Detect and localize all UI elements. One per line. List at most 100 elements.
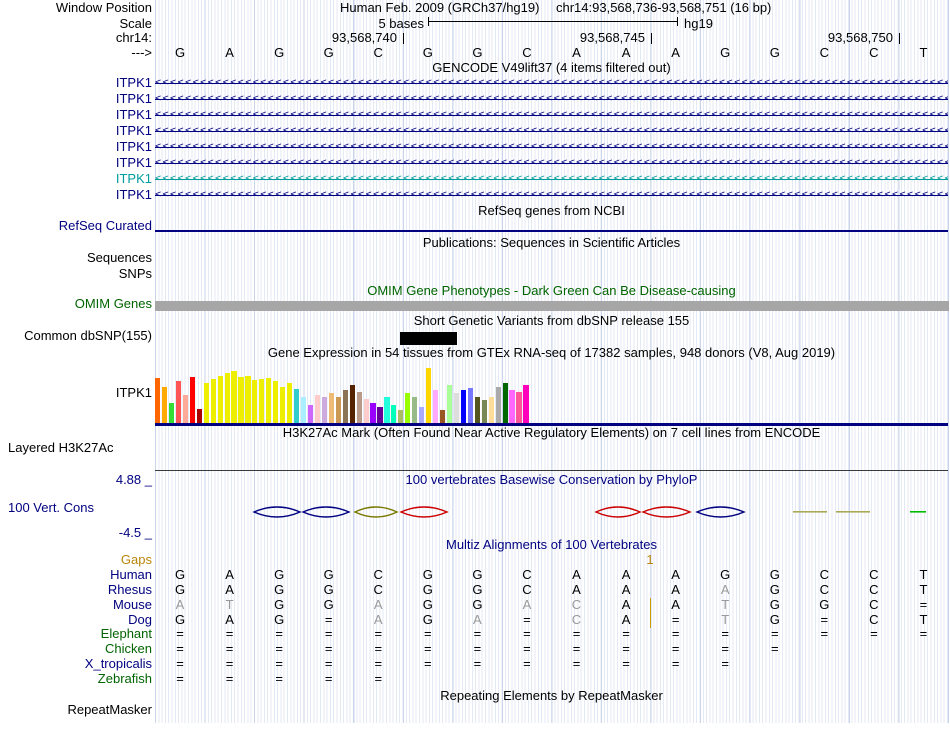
gtex-bar[interactable] — [189, 377, 195, 423]
gtex-bar[interactable] — [384, 397, 390, 423]
gtex-bar[interactable] — [307, 405, 314, 423]
gtex-bar[interactable] — [426, 368, 432, 423]
gene-label[interactable]: ITPK1 — [0, 92, 152, 106]
omim-track-title[interactable]: OMIM Gene Phenotypes - Dark Green Can Be… — [155, 284, 948, 298]
gtex-bar[interactable] — [196, 409, 202, 423]
species-label[interactable]: Dog — [0, 613, 152, 627]
gencode-track-title[interactable]: GENCODE V49lift37 (4 items filtered out) — [155, 61, 948, 75]
gtex-track-title[interactable]: Gene Expression in 54 tissues from GTEx … — [155, 346, 948, 360]
gene-label[interactable]: ITPK1 — [0, 156, 152, 170]
refseq-track-title[interactable]: RefSeq genes from NCBI — [155, 204, 948, 218]
dbsnp-variant-box[interactable] — [400, 332, 457, 345]
dbsnp-track-title[interactable]: Short Genetic Variants from dbSNP releas… — [155, 314, 948, 328]
gene-strand-arrows[interactable]: <<<<<<<<<<<<<<<<<<<<<<<<<<<<<<<<<<<<<<<<… — [155, 188, 948, 202]
gtex-bar[interactable] — [273, 381, 279, 423]
gtex-bar[interactable] — [377, 407, 383, 423]
gtex-bar[interactable] — [502, 383, 508, 423]
gtex-bar[interactable] — [446, 385, 453, 423]
multiz-track-title[interactable]: Multiz Alignments of 100 Vertebrates — [155, 538, 948, 552]
conservation-track-title[interactable]: 100 vertebrates Basewise Conservation by… — [155, 473, 948, 487]
gtex-bar[interactable] — [439, 410, 446, 423]
gene-label[interactable]: ITPK1 — [0, 188, 152, 202]
gene-label[interactable]: ITPK1 — [0, 108, 152, 122]
species-label[interactable]: X_tropicalis — [0, 657, 152, 671]
gene-strand-arrows[interactable]: <<<<<<<<<<<<<<<<<<<<<<<<<<<<<<<<<<<<<<<<… — [155, 172, 948, 186]
refseq-curated-label[interactable]: RefSeq Curated — [0, 219, 152, 233]
gtex-bar[interactable] — [314, 395, 321, 423]
gtex-bar[interactable] — [287, 383, 293, 423]
gtex-bar[interactable] — [370, 403, 376, 423]
snps-label[interactable]: SNPs — [0, 267, 152, 281]
gene-label[interactable]: ITPK1 — [0, 172, 152, 186]
species-label[interactable]: Chicken — [0, 642, 152, 656]
species-label[interactable]: Human — [0, 568, 152, 582]
gene-label[interactable]: ITPK1 — [0, 76, 152, 90]
gtex-bar[interactable] — [217, 376, 223, 423]
gtex-bar[interactable] — [474, 397, 480, 423]
gtex-bar[interactable] — [161, 387, 168, 423]
gtex-bar[interactable] — [356, 392, 362, 423]
h3k27ac-baseline[interactable] — [155, 470, 948, 471]
gtex-bar[interactable] — [182, 395, 188, 423]
gtex-bar[interactable] — [266, 378, 272, 423]
gtex-bar[interactable] — [245, 376, 251, 423]
gtex-bar[interactable] — [210, 379, 216, 423]
species-label[interactable]: Mouse — [0, 598, 152, 612]
gtex-bar[interactable] — [363, 399, 369, 423]
gene-strand-arrows[interactable]: <<<<<<<<<<<<<<<<<<<<<<<<<<<<<<<<<<<<<<<<… — [155, 124, 948, 138]
gtex-bar[interactable] — [155, 378, 161, 423]
gtex-bar[interactable] — [467, 388, 473, 423]
gtex-bar[interactable] — [328, 393, 334, 423]
sequences-label[interactable]: Sequences — [0, 251, 152, 265]
gene-strand-arrows[interactable]: <<<<<<<<<<<<<<<<<<<<<<<<<<<<<<<<<<<<<<<<… — [155, 76, 948, 90]
gene-strand-arrows[interactable]: <<<<<<<<<<<<<<<<<<<<<<<<<<<<<<<<<<<<<<<<… — [155, 140, 948, 154]
gtex-bar[interactable] — [300, 397, 307, 423]
gtex-bar[interactable] — [342, 390, 348, 423]
omim-gene-bar[interactable] — [155, 301, 949, 311]
publications-track-title[interactable]: Publications: Sequences in Scientific Ar… — [155, 236, 948, 250]
gtex-bar[interactable] — [391, 405, 397, 423]
gene-label[interactable]: ITPK1 — [0, 140, 152, 154]
dbsnp-label[interactable]: Common dbSNP(155) — [0, 329, 152, 343]
gtex-bar[interactable] — [460, 390, 466, 423]
gtex-bar[interactable] — [280, 387, 286, 423]
gtex-gene-label[interactable]: ITPK1 — [0, 386, 152, 400]
gtex-bar[interactable] — [481, 400, 487, 423]
gtex-bar[interactable] — [419, 407, 425, 423]
gene-strand-arrows[interactable]: <<<<<<<<<<<<<<<<<<<<<<<<<<<<<<<<<<<<<<<<… — [155, 108, 948, 122]
gtex-bar[interactable] — [224, 373, 230, 423]
gtex-bar[interactable] — [252, 380, 258, 423]
gtex-bar[interactable] — [203, 383, 209, 423]
conservation-label[interactable]: 100 Vert. Cons — [8, 501, 152, 515]
species-label[interactable]: Rhesus — [0, 583, 152, 597]
gtex-bar[interactable] — [495, 387, 501, 423]
gene-strand-arrows[interactable]: <<<<<<<<<<<<<<<<<<<<<<<<<<<<<<<<<<<<<<<<… — [155, 156, 948, 170]
gene-label[interactable]: ITPK1 — [0, 124, 152, 138]
gtex-bar[interactable] — [259, 379, 265, 423]
species-label[interactable]: Zebrafish — [0, 672, 152, 686]
h3k27ac-label[interactable]: Layered H3K27Ac — [8, 441, 152, 455]
h3k27ac-track-title[interactable]: H3K27Ac Mark (Often Found Near Active Re… — [155, 426, 948, 440]
gtex-bar[interactable] — [231, 371, 237, 423]
gtex-bar[interactable] — [523, 385, 529, 423]
gtex-bar[interactable] — [398, 410, 404, 423]
gtex-bar[interactable] — [335, 397, 341, 423]
species-label[interactable]: Gaps — [0, 553, 152, 567]
repeatmasker-track-title[interactable]: Repeating Elements by RepeatMasker — [155, 689, 948, 703]
omim-genes-label[interactable]: OMIM Genes — [0, 297, 152, 311]
refseq-curated-item[interactable] — [155, 230, 948, 232]
gtex-bar[interactable] — [509, 390, 515, 423]
gtex-bar[interactable] — [412, 397, 418, 423]
gene-strand-arrows[interactable]: <<<<<<<<<<<<<<<<<<<<<<<<<<<<<<<<<<<<<<<<… — [155, 92, 948, 106]
gtex-bar[interactable] — [453, 393, 460, 423]
gtex-bar[interactable] — [433, 390, 439, 423]
gtex-bar[interactable] — [175, 381, 182, 423]
species-label[interactable]: Elephant — [0, 627, 152, 641]
gtex-bar[interactable] — [516, 392, 522, 423]
gtex-bar[interactable] — [405, 393, 411, 423]
gtex-bar[interactable] — [488, 397, 494, 423]
gtex-bar[interactable] — [321, 397, 327, 423]
gtex-bar[interactable] — [294, 389, 300, 423]
gtex-bar[interactable] — [238, 377, 244, 423]
repeatmasker-label[interactable]: RepeatMasker — [0, 703, 152, 717]
